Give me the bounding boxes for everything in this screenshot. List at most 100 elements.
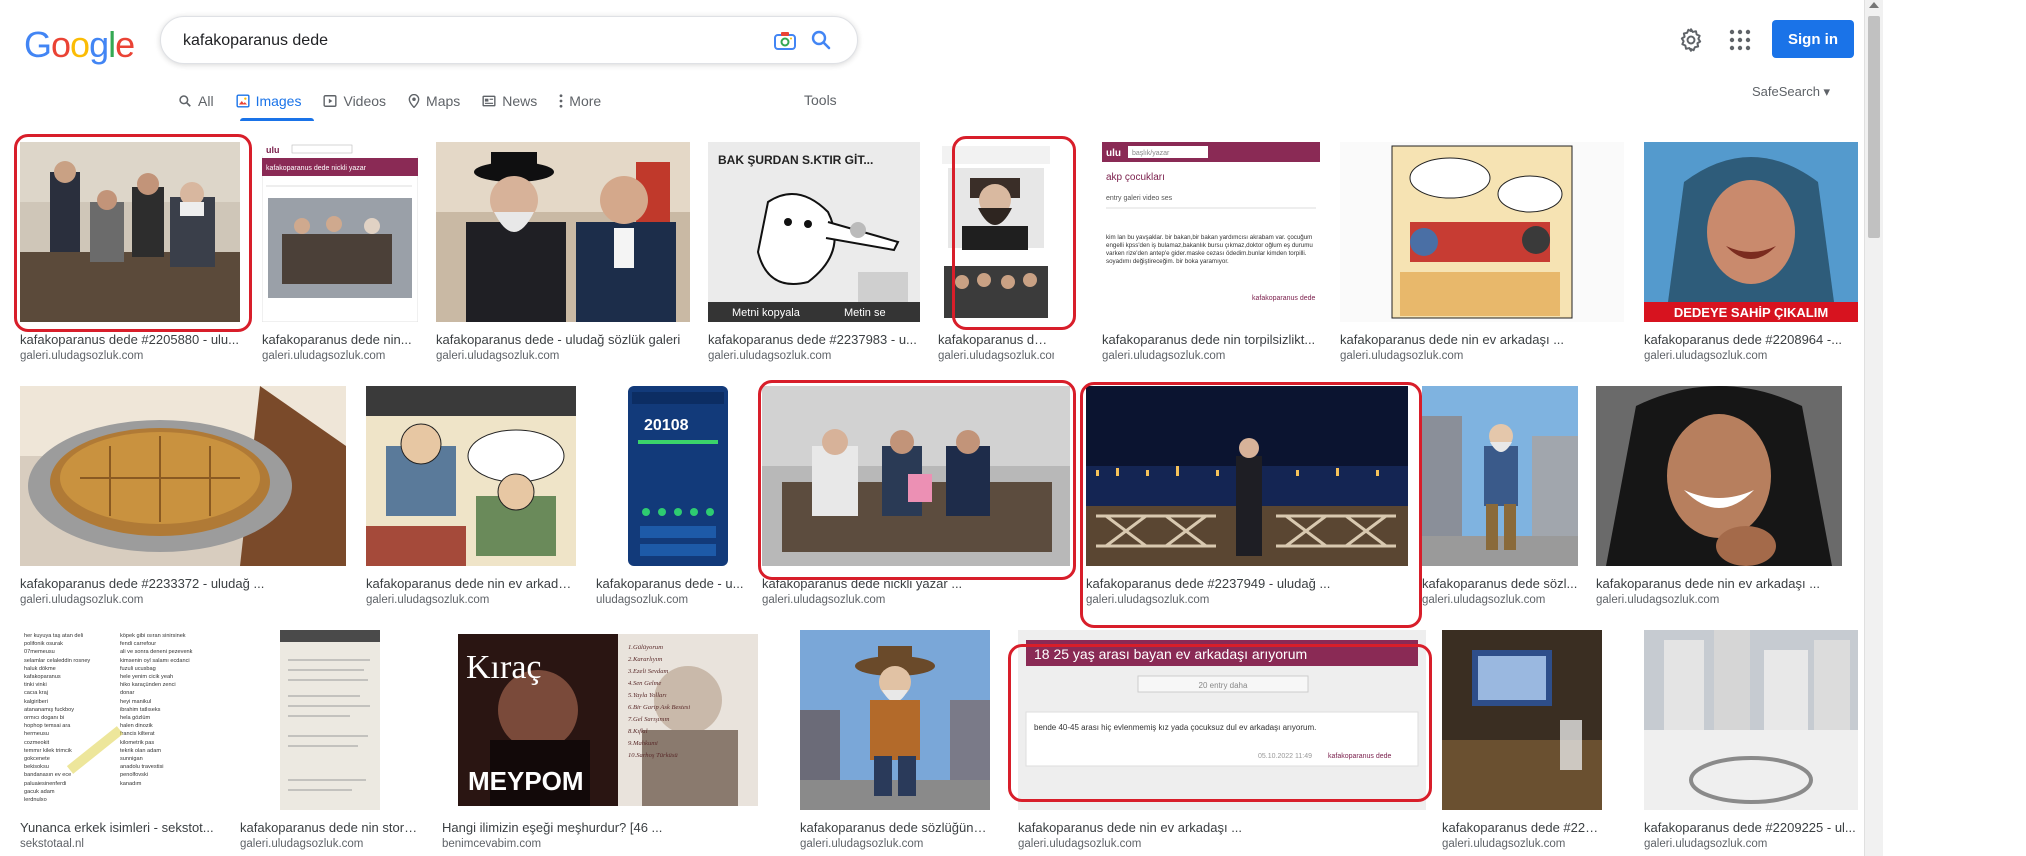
apps-grid-icon[interactable] [1728, 28, 1752, 52]
tab-all[interactable]: All [178, 90, 214, 112]
search-icon[interactable] [809, 28, 833, 52]
result-caption[interactable]: Yunanca erkek isimleri - sekstot... [20, 820, 218, 835]
result-thumbnail[interactable] [1644, 630, 1858, 810]
image-result[interactable]: kafakoparanus dede sözlüğün en... galeri… [796, 630, 994, 850]
result-thumbnail[interactable]: BAK ŞURDAN S.KTIR GİT... Metni kopyala M… [708, 142, 920, 322]
image-result[interactable]: kafakoparanus dede #22209... galeri.ulud… [1438, 630, 1606, 850]
result-source: galeri.uludagsozluk.com [20, 594, 144, 606]
result-thumbnail[interactable] [20, 142, 240, 322]
thumb-author: kafakoparanus dede [1328, 753, 1392, 760]
tab-label: More [569, 93, 602, 109]
tab-images[interactable]: Images [236, 90, 301, 112]
result-thumbnail[interactable] [436, 142, 690, 322]
result-thumbnail[interactable]: Kıraç MEYPOM 1.Gülüyorum 2.Kararlıyım 3.Ez… [442, 630, 770, 810]
result-caption[interactable]: kafakoparanus dede #2205880 - ulu... [20, 332, 240, 347]
search-box[interactable] [160, 16, 858, 65]
result-source: galeri.uludagsozluk.com [1644, 838, 1768, 850]
result-thumbnail[interactable] [1596, 386, 1842, 566]
result-caption[interactable]: kafakoparanus dede nin ev arkadaşı ... [1596, 576, 1842, 591]
result-source: galeri.uludagsozluk.com [366, 594, 490, 606]
result-caption[interactable]: Hangi ilimizin eşeği meşhurdur? [46 ... [442, 820, 770, 835]
result-source: galeri.uludagsozluk.com [1340, 350, 1464, 362]
result-thumbnail[interactable]: ulu başlık/yazar akp çocukları entry gal… [1102, 142, 1320, 322]
image-result[interactable]: kafakoparanus dede - uludağ sözlük galer… [432, 142, 694, 362]
result-caption[interactable]: kafakoparanus dede nin... [262, 332, 418, 347]
result-source: galeri.uludagsozluk.com [938, 350, 1054, 362]
image-result[interactable]: kafakoparanus dede #2237949 - uludağ ...… [1082, 386, 1412, 606]
page-scrollbar[interactable] [1864, 0, 1883, 856]
result-thumbnail[interactable]: her kuyuya taş atan deli polifonik osurak… [20, 630, 218, 810]
result-thumbnail[interactable] [762, 386, 1070, 566]
search-icon [179, 95, 191, 107]
result-caption[interactable]: kafakoparanus dede sözlüğün en... [800, 820, 990, 835]
image-result[interactable]: kafakoparanus dede nickli yazar ... gale… [758, 386, 1074, 606]
result-caption[interactable]: kafakoparanus dede #2237949 - uludağ ... [1086, 576, 1408, 591]
image-result[interactable]: Kıraç MEYPOM 1.Gülüyorum 2.Kararlıyım 3.Ez… [438, 630, 774, 850]
tools-button[interactable]: Tools [804, 92, 837, 108]
result-caption[interactable]: kafakoparanus dede ni... [938, 332, 1054, 347]
result-thumbnail[interactable] [366, 386, 576, 566]
result-thumbnail[interactable] [240, 630, 420, 810]
image-result[interactable]: ulu başlık/yazar akp çocukları entry gal… [1098, 142, 1324, 362]
result-thumbnail[interactable] [1340, 142, 1624, 322]
safesearch-dropdown[interactable]: SafeSearch ▾ [1752, 84, 1830, 100]
result-thumbnail[interactable] [20, 386, 346, 566]
result-thumbnail[interactable] [1422, 386, 1578, 566]
image-result[interactable]: kafakoparanus dede sözl... galeri.uludag… [1418, 386, 1582, 606]
result-thumbnail[interactable] [1442, 630, 1602, 810]
result-thumbnail[interactable]: 18 25 yaş arası bayan ev arkadaşı arıyor… [1018, 630, 1426, 810]
thumb-author: kafakoparanus dede [1252, 295, 1316, 302]
image-result[interactable]: DEDEYE SAHİP ÇIKALIM kafakoparanus dede … [1640, 142, 1862, 362]
google-logo[interactable]: Google [24, 24, 135, 66]
result-caption[interactable]: kafakoparanus dede nickli yazar ... [762, 576, 1062, 591]
result-caption[interactable]: kafakoparanus dede sözl... [1422, 576, 1578, 591]
tab-more[interactable]: More [559, 90, 601, 112]
result-source: galeri.uludagsozluk.com [1102, 350, 1226, 362]
sign-in-button[interactable]: Sign in [1772, 20, 1854, 58]
image-result[interactable]: kafakoparanus dede nin ev arkadaşı ... g… [1592, 386, 1846, 606]
result-caption[interactable]: kafakoparanus dede #2208964 -... [1644, 332, 1858, 347]
image-result[interactable]: kafakoparanus dede nin story... galeri.u… [236, 630, 424, 850]
scroll-thumb[interactable] [1868, 16, 1880, 238]
camera-icon[interactable] [773, 29, 797, 53]
image-result[interactable]: BAK ŞURDAN S.KTIR GİT... Metni kopyala M… [704, 142, 924, 362]
result-source: uludagsozluk.com [596, 594, 689, 606]
image-result[interactable]: her kuyuya taş atan deli polifonik osurak… [16, 630, 222, 850]
image-result[interactable]: 18 25 yaş arası bayan ev arkadaşı arıyor… [1014, 630, 1430, 850]
tab-videos[interactable]: Videos [323, 90, 386, 112]
result-caption[interactable]: kafakoparanus dede #2237983 - u... [708, 332, 920, 347]
result-caption[interactable]: kafakoparanus dede nin torpilsizlikt... [1102, 332, 1320, 347]
image-result[interactable]: kafakoparanus dede #2209225 - ul... gale… [1640, 630, 1862, 850]
result-thumbnail[interactable]: DEDEYE SAHİP ÇIKALIM [1644, 142, 1858, 322]
image-result[interactable]: ulu kafakoparanus dede nickli yazar kafa… [258, 142, 422, 362]
thumb-entry-body: bende 40-45 arası hiç evlenmemiş kız yad… [1034, 723, 1316, 732]
result-thumbnail[interactable] [1086, 386, 1408, 566]
result-caption[interactable]: kafakoparanus dede nin ev arkadaşı ... [1018, 820, 1418, 835]
result-caption[interactable]: kafakoparanus dede #2209225 - ul... [1644, 820, 1858, 835]
result-caption[interactable]: kafakoparanus dede #2233372 - uludağ ... [20, 576, 346, 591]
result-thumbnail[interactable] [800, 630, 990, 810]
image-result[interactable]: kafakoparanus dede #2233372 - uludağ ...… [16, 386, 350, 606]
tab-maps[interactable]: Maps [408, 90, 460, 112]
result-caption[interactable]: kafakoparanus dede nin story... [240, 820, 420, 835]
image-result[interactable]: kafakoparanus dede #2205880 - ulu... gal… [16, 142, 244, 362]
gear-icon[interactable] [1678, 27, 1704, 53]
result-caption[interactable]: kafakoparanus dede #22209... [1442, 820, 1602, 835]
image-result[interactable]: kafakoparanus dede ni... galeri.uludagso… [934, 142, 1058, 362]
search-input[interactable] [181, 17, 745, 65]
tab-news[interactable]: News [482, 90, 537, 112]
search-text-label: Metin se [844, 307, 886, 319]
result-caption[interactable]: kafakoparanus dede nin ev arkada... [366, 576, 576, 591]
result-caption[interactable]: kafakoparanus dede - uludağ sözlük galer… [436, 332, 690, 347]
image-result[interactable]: kafakoparanus dede nin ev arkada... gale… [362, 386, 580, 606]
result-thumbnail[interactable] [938, 142, 1054, 322]
scroll-up-arrow-icon[interactable] [1869, 2, 1879, 8]
thumb-brand: ulu [1106, 148, 1121, 159]
result-thumbnail[interactable]: ulu kafakoparanus dede nickli yazar [262, 142, 418, 322]
result-caption[interactable]: kafakoparanus dede nin ev arkadaşı ... [1340, 332, 1624, 347]
image-result[interactable]: kafakoparanus dede nin ev arkadaşı ... g… [1336, 142, 1628, 362]
result-thumbnail[interactable]: 20108 [596, 386, 760, 566]
tab-label: Videos [343, 93, 387, 109]
result-caption[interactable]: kafakoparanus dede - u... [596, 576, 760, 591]
image-result[interactable]: 20108 kafakoparanus dede - u... uludagso… [592, 386, 764, 606]
